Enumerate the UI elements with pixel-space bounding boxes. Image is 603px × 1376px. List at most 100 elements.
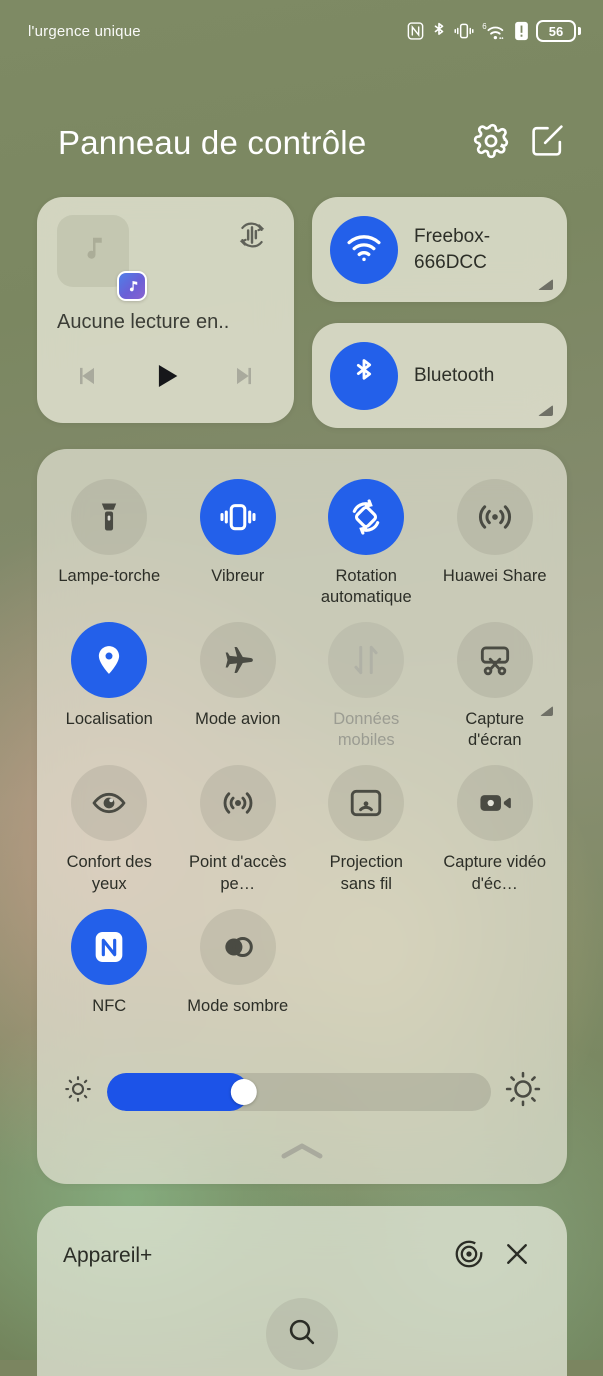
edit-square-icon [529, 122, 566, 164]
toggle-label: Vibreur [211, 567, 265, 585]
gear-icon [472, 122, 510, 165]
media-top-row [57, 215, 274, 301]
battery-percent: 56 [548, 23, 564, 39]
flashlight-icon [71, 479, 148, 555]
bluetooth-icon [432, 21, 446, 42]
radar-target-icon [453, 1238, 485, 1275]
bluetooth-card[interactable]: Bluetooth [312, 323, 567, 428]
device-panel-header: Appareil+ [37, 1206, 567, 1280]
screenshot-icon [456, 622, 533, 699]
album-art-container [57, 215, 147, 301]
toggle-label: NFC [92, 996, 127, 1015]
toggle-lampe-torche[interactable]: Lampe-torche [45, 473, 174, 608]
vibrate-icon [453, 21, 475, 41]
wifi-expand-indicator[interactable] [538, 279, 553, 290]
screenshot-expand-indicator[interactable] [540, 706, 553, 717]
collapse-panel-handle[interactable] [266, 1136, 338, 1170]
carrier-text: l'urgence unique [28, 22, 141, 40]
svg-text:6: 6 [482, 21, 487, 30]
close-device-panel-button[interactable] [493, 1232, 541, 1280]
toggle-mode-avion[interactable]: Mode avion [174, 616, 303, 751]
skip-previous-button[interactable] [61, 356, 113, 400]
toggle-mode-sombre[interactable]: Mode sombre [174, 903, 303, 1017]
bluetooth-toggle-button[interactable] [330, 341, 398, 410]
device-search-button[interactable] [266, 1298, 338, 1370]
toggle-localisation[interactable]: Localisation [45, 616, 174, 751]
toggle-projection-sans-fil[interactable]: Projection sans fil [302, 759, 431, 894]
wifi-icon [345, 228, 383, 271]
toggle-label: Point d'accès pe… [188, 853, 287, 893]
screen-record-icon [456, 765, 533, 842]
wifi-label: Freebox-666DCC [414, 226, 491, 273]
brightness-high-icon [505, 1071, 541, 1112]
hotspot-icon [199, 765, 276, 842]
toggle-label: Capture d'écran [465, 710, 525, 750]
media-player-card[interactable]: Aucune lecture en.. [37, 197, 294, 423]
chevron-up-icon [278, 1140, 326, 1167]
audio-output-switch-button[interactable] [230, 215, 274, 259]
warning-icon [514, 21, 529, 41]
toggle-nfc[interactable]: NFC [45, 903, 174, 1017]
toggle-label: Projection sans fil [329, 853, 403, 893]
wireless-cast-icon [328, 765, 405, 842]
toggle-label: Lampe-torche [58, 567, 161, 585]
audio-output-switch-icon [234, 217, 270, 258]
wifi-6-icon: 6 [482, 21, 507, 42]
device-panel-title: Appareil+ [63, 1244, 153, 1267]
mobile-data-icon [328, 622, 405, 699]
device-plus-panel: Appareil+ [37, 1206, 567, 1376]
music-note-icon [78, 234, 108, 269]
control-panel-header: Panneau de contrôle [0, 108, 603, 178]
media-title: Aucune lecture en.. [57, 311, 230, 333]
brightness-slider[interactable] [107, 1072, 491, 1111]
huawei-share-icon [456, 479, 533, 555]
page-title: Panneau de contrôle [58, 124, 367, 161]
toggle-donnees-mobiles[interactable]: Données mobiles [302, 616, 431, 751]
quick-toggles-panel: Lampe-torche Vibreur Rotation automatiqu… [37, 449, 567, 1184]
toggle-label: Rotation automatique [320, 567, 412, 607]
bluetooth-expand-indicator[interactable] [538, 405, 553, 416]
media-controls [57, 356, 274, 400]
toggle-vibreur[interactable]: Vibreur [174, 473, 303, 608]
search-icon [285, 1315, 319, 1354]
bluetooth-icon [347, 356, 381, 395]
auto-rotate-icon [328, 479, 405, 555]
nfc-icon [71, 908, 148, 985]
music-app-icon [117, 271, 147, 301]
toggle-huawei-share[interactable]: Huawei Share [431, 473, 560, 608]
toggle-confort-des-yeux[interactable]: Confort des yeux [45, 759, 174, 894]
wifi-toggle-button[interactable] [330, 215, 398, 284]
toggle-grid: Lampe-torche Vibreur Rotation automatiqu… [37, 473, 567, 1017]
play-button[interactable] [140, 356, 192, 400]
toggle-label: Confort des yeux [66, 853, 152, 893]
dark-mode-icon [199, 908, 276, 985]
toggle-capture-video[interactable]: Capture vidéo d'éc… [431, 759, 560, 894]
close-icon [502, 1239, 532, 1274]
toggle-rotation-automatique[interactable]: Rotation automatique [302, 473, 431, 608]
location-pin-icon [71, 622, 148, 699]
airplane-icon [199, 622, 276, 699]
play-icon [149, 359, 183, 398]
toggle-point-dacces[interactable]: Point d'accès pe… [174, 759, 303, 894]
toggle-label: Mode sombre [187, 996, 289, 1015]
skip-next-icon [230, 362, 258, 395]
wifi-card[interactable]: Freebox-666DCC [312, 197, 567, 302]
vibrate-icon [199, 479, 276, 555]
brightness-low-icon [63, 1074, 93, 1109]
bluetooth-label: Bluetooth [414, 364, 495, 386]
status-icons: 6 56 [406, 20, 581, 42]
toggle-label: Capture vidéo d'éc… [443, 853, 547, 893]
toggle-label: Localisation [65, 710, 153, 729]
eye-comfort-icon [71, 765, 148, 842]
battery-icon: 56 [536, 20, 581, 42]
edit-button[interactable] [519, 115, 575, 171]
brightness-row [37, 1071, 567, 1112]
skip-next-button[interactable] [218, 356, 270, 400]
settings-button[interactable] [463, 115, 519, 171]
toggle-label: Données mobiles [333, 710, 400, 750]
device-scan-button[interactable] [445, 1232, 493, 1280]
toggle-capture-decran[interactable]: Capture d'écran [431, 616, 560, 751]
brightness-slider-fill [107, 1072, 250, 1111]
brightness-slider-knob[interactable] [230, 1078, 257, 1105]
status-bar: l'urgence unique 6 56 [0, 0, 603, 62]
